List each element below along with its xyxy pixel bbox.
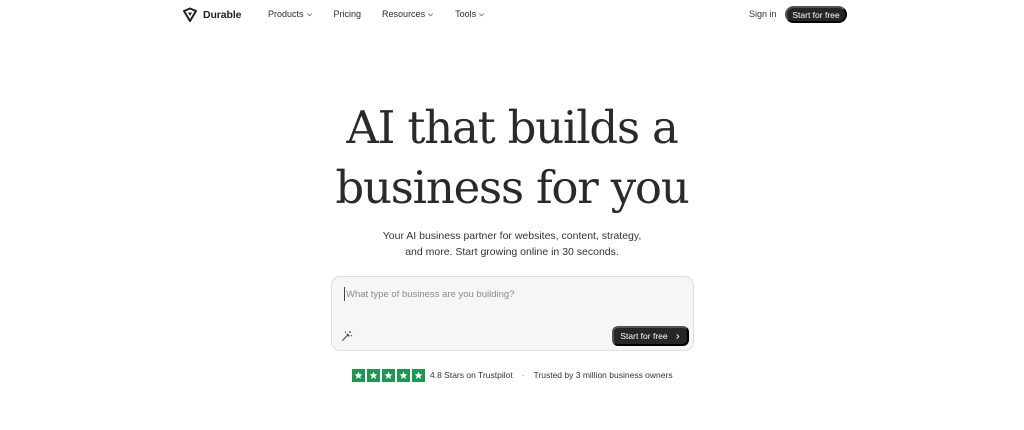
trustpilot-stars xyxy=(352,368,425,382)
hero-title-line-1: AI that builds a xyxy=(346,101,678,154)
nav-resources-label: Resources xyxy=(382,9,426,19)
magic-wand-icon[interactable] xyxy=(341,330,353,342)
brand-name: Durable xyxy=(203,9,242,21)
nav-pricing[interactable]: Pricing xyxy=(334,9,362,19)
hero-title: AI that builds a business for you xyxy=(0,98,1024,218)
trust-row: 4.8 Stars on Trustpilot · Trusted by 3 m… xyxy=(352,368,673,382)
hero-title-line-2: business for you xyxy=(335,161,689,214)
hero-subtitle-line-1: Your AI business partner for websites, c… xyxy=(382,230,642,242)
nav-tools-label: Tools xyxy=(455,9,477,19)
nav-resources[interactable]: Resources xyxy=(382,9,434,19)
top-navigation: Durable Products Pricing Resources Tools… xyxy=(0,0,1024,30)
nav-products[interactable]: Products xyxy=(268,9,313,19)
start-for-free-nav-button[interactable]: Start for free xyxy=(785,6,847,23)
nav-pricing-label: Pricing xyxy=(333,9,362,19)
trustpilot-rating: 4.8 Stars on Trustpilot xyxy=(430,370,513,380)
chevron-right-icon xyxy=(675,333,680,339)
nav-products-label: Products xyxy=(268,9,304,19)
chevron-down-icon xyxy=(306,12,312,16)
start-for-free-button[interactable]: Start for free xyxy=(612,326,689,346)
hero-subtitle: Your AI business partner for websites, c… xyxy=(0,228,1024,260)
business-type-input[interactable] xyxy=(344,287,674,301)
business-prompt-card: Start for free xyxy=(331,276,694,351)
separator-dot: · xyxy=(521,370,525,380)
nav-links: Products Pricing Resources Tools xyxy=(268,9,485,19)
brand-logo[interactable]: Durable xyxy=(182,7,242,23)
star-icon xyxy=(382,368,395,382)
durable-logo-icon xyxy=(183,7,197,22)
start-for-free-label: Start for free xyxy=(620,331,668,341)
star-icon xyxy=(397,368,410,382)
nav-tools[interactable]: Tools xyxy=(455,9,485,19)
star-icon xyxy=(367,368,380,382)
star-icon xyxy=(352,368,365,382)
sign-in-link[interactable]: Sign in xyxy=(749,9,777,19)
star-icon xyxy=(412,368,425,382)
trusted-by-text: Trusted by 3 million business owners xyxy=(533,370,673,380)
hero-subtitle-line-2: and more. Start growing online in 30 sec… xyxy=(405,246,619,258)
chevron-down-icon xyxy=(479,12,485,16)
chevron-down-icon xyxy=(428,12,434,16)
